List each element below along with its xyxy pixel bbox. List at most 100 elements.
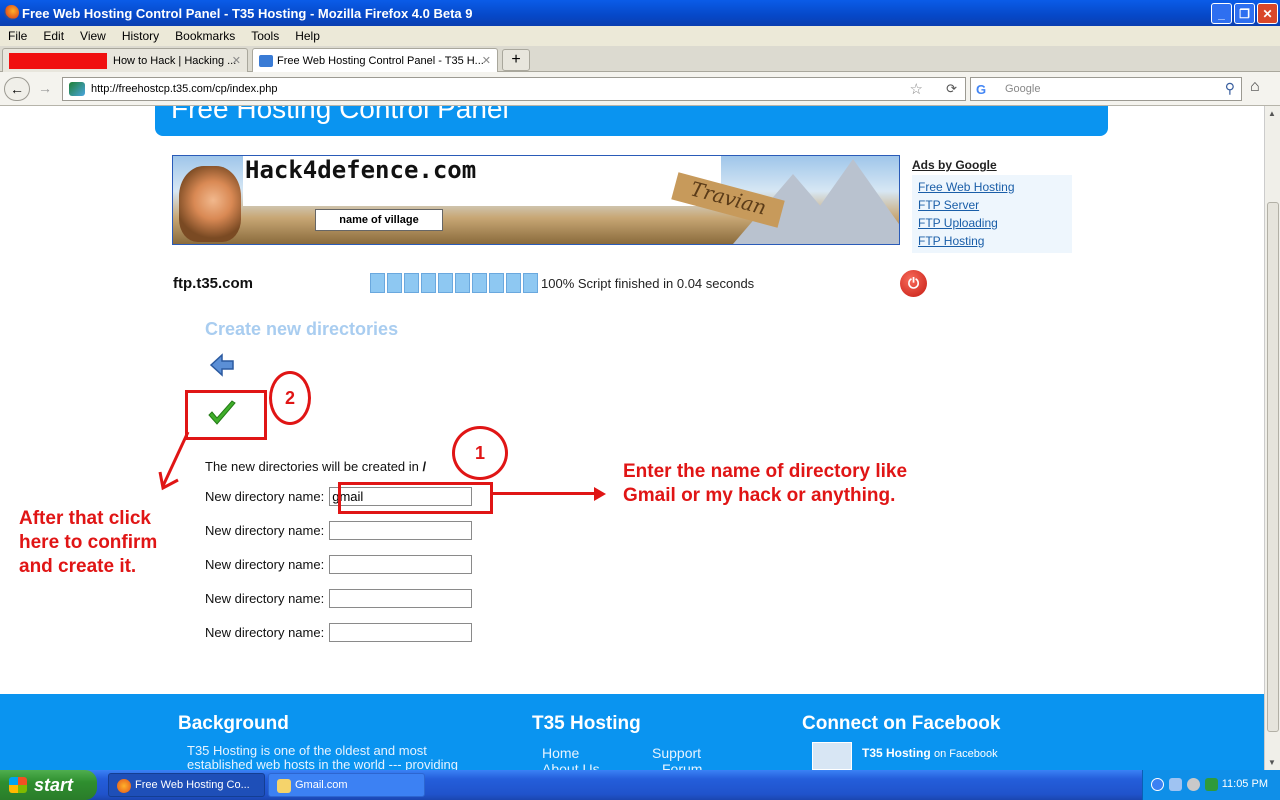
taskbar-item-folder[interactable]: Gmail.com xyxy=(268,773,425,797)
navigation-toolbar: ← → http://freehostcp.t35.com/cp/index.p… xyxy=(0,72,1280,106)
footer-link-support[interactable]: Support xyxy=(652,745,702,761)
tab-label: Free Web Hosting Control Panel - T35 H..… xyxy=(277,54,484,67)
directory-name-input-2[interactable] xyxy=(329,521,473,540)
directory-label: New directory name: xyxy=(205,625,325,640)
network-icon[interactable] xyxy=(1169,778,1182,791)
forward-button[interactable]: → xyxy=(32,77,58,101)
annotation-note-left: After that click here to confirm and cre… xyxy=(19,508,158,577)
ad-banner[interactable]: Hack4defence.com name of village Travian xyxy=(172,155,900,245)
site-header-title: Free Hosting Control Panel xyxy=(171,106,509,124)
progress-segment xyxy=(523,273,538,293)
google-icon: G xyxy=(976,82,987,97)
ad-link[interactable]: FTP Hosting xyxy=(918,232,1066,250)
progress-segment xyxy=(421,273,436,293)
footer-link-forum[interactable]: Forum xyxy=(652,761,702,770)
menu-view[interactable]: View xyxy=(72,29,114,43)
progress-text: 100% Script finished in 0.04 seconds xyxy=(541,276,755,291)
back-button[interactable]: ← xyxy=(4,77,30,101)
close-button[interactable]: ✕ xyxy=(1257,3,1278,24)
bookmark-star-icon[interactable]: ☆ xyxy=(910,80,923,98)
firefox-icon xyxy=(4,5,19,20)
menu-edit[interactable]: Edit xyxy=(35,29,72,43)
tab-control-panel[interactable]: Free Web Hosting Control Panel - T35 H..… xyxy=(252,48,498,72)
logout-power-icon[interactable]: ⏻ xyxy=(900,270,927,297)
annotation-arrow-diagonal xyxy=(158,431,190,491)
maximize-button[interactable]: ❐ xyxy=(1234,3,1255,24)
volume-icon[interactable] xyxy=(1187,778,1200,791)
directory-name-input-3[interactable] xyxy=(329,555,473,574)
tab-close-icon[interactable]: ✕ xyxy=(482,54,491,67)
folder-icon xyxy=(277,779,291,793)
progress-segment xyxy=(370,273,385,293)
section-title: Create new directories xyxy=(205,319,399,339)
firefox-icon xyxy=(117,779,131,793)
tray-expand-icon[interactable] xyxy=(1151,778,1164,791)
highlight-confirm-box xyxy=(185,390,267,440)
directory-row: New directory name: xyxy=(205,589,473,608)
new-tab-button[interactable]: + xyxy=(502,49,530,71)
menu-file[interactable]: File xyxy=(0,29,35,43)
scroll-up-icon[interactable]: ▲ xyxy=(1268,109,1276,118)
tab-bar: How to Hack | Hacking ... ✕ Free Web Hos… xyxy=(0,46,1280,72)
menu-tools[interactable]: Tools xyxy=(243,29,287,43)
ftp-server-label: ftp.t35.com xyxy=(173,275,254,292)
ad-link[interactable]: FTP Server xyxy=(918,196,1066,214)
menu-bookmarks[interactable]: Bookmarks xyxy=(167,29,243,43)
progress-segment xyxy=(506,273,521,293)
home-icon[interactable]: ⌂ xyxy=(1250,78,1260,96)
facebook-page-link[interactable]: T35 Hosting on Facebook xyxy=(862,746,998,761)
menu-bar: File Edit View History Bookmarks Tools H… xyxy=(0,26,1280,46)
search-placeholder: Google xyxy=(1005,83,1041,95)
address-bar[interactable]: http://freehostcp.t35.com/cp/index.php ☆… xyxy=(62,77,966,101)
window-title: Free Web Hosting Control Panel - T35 Hos… xyxy=(22,5,473,21)
directory-label: New directory name: xyxy=(205,523,325,538)
annotation-note-right: Enter the name of directory like Gmail o… xyxy=(623,461,908,506)
directory-label: New directory name: xyxy=(205,557,325,572)
site-favicon-icon xyxy=(259,54,273,67)
progress-bar xyxy=(370,273,538,293)
footer-link-about[interactable]: About Us xyxy=(542,761,600,770)
ads-heading[interactable]: Ads by Google xyxy=(912,158,1072,172)
ad-link[interactable]: Free Web Hosting xyxy=(918,178,1066,196)
directory-name-input-5[interactable] xyxy=(329,623,473,642)
menu-history[interactable]: History xyxy=(114,29,167,43)
progress-segment xyxy=(404,273,419,293)
redacted-block xyxy=(9,52,107,69)
annotation-arrow-head xyxy=(594,487,606,501)
site-footer: Background T35 Hosting is one of the old… xyxy=(0,694,1264,770)
directory-row: New directory name: xyxy=(205,555,473,574)
menu-help[interactable]: Help xyxy=(287,29,328,43)
footer-link-home[interactable]: Home xyxy=(542,745,600,761)
taskbar-item-firefox[interactable]: Free Web Hosting Co... xyxy=(108,773,265,797)
footer-t35-title: T35 Hosting xyxy=(532,713,641,734)
reload-icon[interactable]: ⟳ xyxy=(946,81,957,97)
scrollbar-thumb[interactable] xyxy=(1267,202,1279,732)
search-box[interactable]: G Google ⚲ xyxy=(970,77,1242,101)
tray-app-icon[interactable] xyxy=(1205,778,1218,791)
search-icon[interactable]: ⚲ xyxy=(1225,80,1235,97)
google-ads: Ads by Google Free Web Hosting FTP Serve… xyxy=(912,158,1072,253)
back-arrow-icon[interactable] xyxy=(209,353,235,377)
directory-name-input-4[interactable] xyxy=(329,589,473,608)
step-1-marker: 1 xyxy=(452,426,508,480)
progress-segment xyxy=(438,273,453,293)
system-tray: 11:05 PM xyxy=(1142,770,1280,800)
scroll-down-icon[interactable]: ▼ xyxy=(1268,758,1276,767)
target-path: / xyxy=(422,459,427,474)
vertical-scrollbar[interactable]: ▲ ▼ xyxy=(1264,106,1280,770)
footer-background-text: T35 Hosting is one of the oldest and mos… xyxy=(187,743,458,771)
highlight-input-box xyxy=(338,482,493,514)
tab-hack[interactable]: How to Hack | Hacking ... ✕ xyxy=(2,48,248,72)
ad-link[interactable]: FTP Uploading xyxy=(918,214,1066,232)
window-title-bar: Free Web Hosting Control Panel - T35 Hos… xyxy=(0,0,1280,26)
progress-segment xyxy=(387,273,402,293)
start-button[interactable]: start xyxy=(0,770,97,800)
progress-segment xyxy=(455,273,470,293)
page-content: Free Hosting Control Panel Hack4defence.… xyxy=(0,106,1264,770)
facebook-page-thumbnail[interactable] xyxy=(812,742,852,770)
tab-close-icon[interactable]: ✕ xyxy=(232,54,241,67)
directory-label: New directory name: xyxy=(205,489,325,504)
annotation-arrow-right xyxy=(493,492,596,495)
ad-banner-headline: Hack4defence.com xyxy=(245,156,477,184)
minimize-button[interactable]: _ xyxy=(1211,3,1232,24)
